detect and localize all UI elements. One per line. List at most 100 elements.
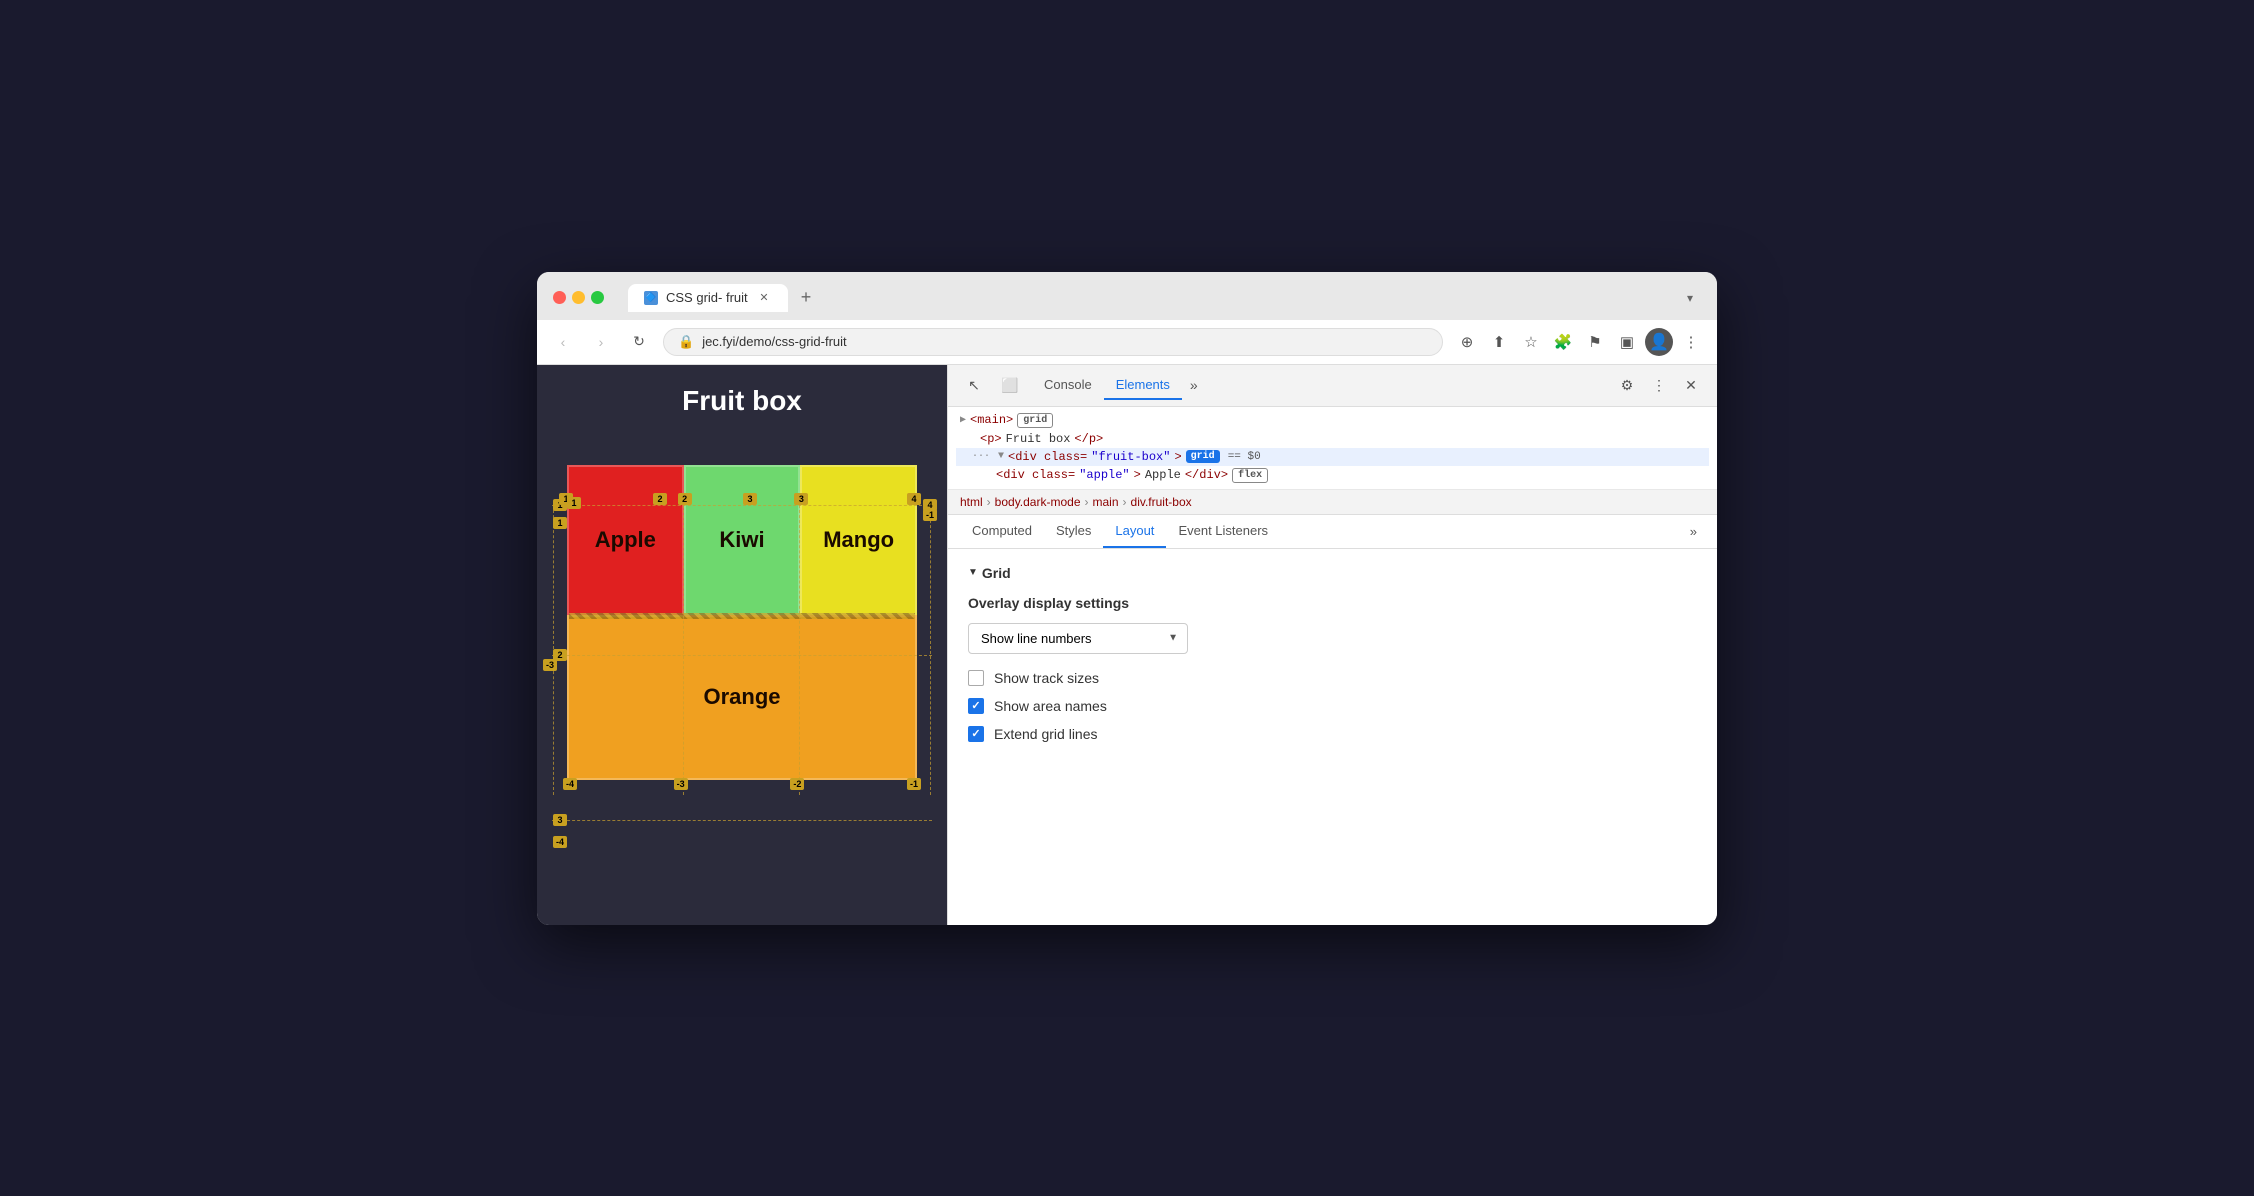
col-1-top: 1 xyxy=(567,497,581,509)
nav-actions: ⊕ ⬆ ☆ 🧩 ⚑ ▣ 👤 ⋮ xyxy=(1453,328,1705,356)
kiwi-label: Kiwi xyxy=(719,527,764,553)
tab-expand-button[interactable]: ▾ xyxy=(1679,287,1701,309)
more-options-button[interactable]: ⋮ xyxy=(1677,328,1705,356)
breadcrumb-body[interactable]: body.dark-mode xyxy=(995,495,1081,509)
line-numbers-dropdown[interactable]: Show line numbers Show track sizes Hide xyxy=(968,623,1188,654)
show-track-sizes-row: Show track sizes xyxy=(968,670,1697,686)
grid-line-h-top xyxy=(552,505,932,506)
browser-tab[interactable]: 🔷 CSS grid- fruit ✕ xyxy=(628,284,788,312)
extend-grid-lines-checkbox[interactable] xyxy=(968,726,984,742)
close-window-button[interactable] xyxy=(553,291,566,304)
flag-button[interactable]: ⚑ xyxy=(1581,328,1609,356)
row-num-neg4: -4 xyxy=(553,836,567,848)
breadcrumb: html › body.dark-mode › main › div.fruit… xyxy=(948,490,1717,515)
row1-left-badge: 1 xyxy=(553,517,567,529)
share-button[interactable]: ⬆ xyxy=(1485,328,1513,356)
row-num-neg3-badge: -3 xyxy=(543,659,557,671)
extend-grid-lines-label: Extend grid lines xyxy=(994,726,1098,742)
apple-label: Apple xyxy=(595,527,656,553)
dom-fruitbox-class: "fruit-box" xyxy=(1091,450,1170,464)
tabs-row: 🔷 CSS grid- fruit ✕ + ▾ xyxy=(628,284,1701,312)
dom-apple-class: "apple" xyxy=(1079,468,1129,482)
top-col4-badge: 4 xyxy=(907,493,921,505)
profile-button[interactable]: 👤 xyxy=(1645,328,1673,356)
extensions-button[interactable]: 🧩 xyxy=(1549,328,1577,356)
top-col3-badge: 3 xyxy=(794,493,808,505)
row-num-neg3: -3 xyxy=(543,659,557,671)
layout-tabs: Computed Styles Layout Event Listeners » xyxy=(948,515,1717,549)
show-area-names-row: Show area names xyxy=(968,698,1697,714)
dom-apple-flex-badge: flex xyxy=(1232,468,1268,483)
breadcrumb-html[interactable]: html xyxy=(960,495,983,509)
row-num-3: 3 xyxy=(553,814,567,826)
dom-dots-indicator: ··· xyxy=(972,451,990,462)
dom-row-p[interactable]: <p> Fruit box </p> xyxy=(956,430,1709,448)
dom-row-main[interactable]: ▶ <main> grid xyxy=(956,411,1709,430)
show-track-sizes-checkbox[interactable] xyxy=(968,670,984,686)
dom-row-fruit-box[interactable]: ··· ▼ <div class= "fruit-box" > grid == … xyxy=(956,448,1709,466)
webpage-inner: 1 2 3 -4 -3 1 xyxy=(537,465,947,790)
mango-label: Mango xyxy=(823,527,894,553)
tab-elements[interactable]: Elements xyxy=(1104,371,1182,400)
dom-row-apple[interactable]: <div class= "apple" > Apple </div> flex xyxy=(956,466,1709,485)
reload-button[interactable]: ↻ xyxy=(625,328,653,356)
minimize-window-button[interactable] xyxy=(572,291,585,304)
line-numbers-dropdown-wrapper: Show line numbers Show track sizes Hide xyxy=(968,623,1188,654)
breadcrumb-fruitbox[interactable]: div.fruit-box xyxy=(1131,495,1192,509)
address-bar[interactable]: 🔒 jec.fyi/demo/css-grid-fruit xyxy=(663,328,1443,356)
webpage-title: Fruit box xyxy=(537,365,947,425)
show-area-names-checkbox[interactable] xyxy=(968,698,984,714)
dom-fruitbox-close: > xyxy=(1174,450,1181,464)
dom-apple-open: <div class= xyxy=(996,468,1075,482)
lock-icon: 🔒 xyxy=(678,334,694,350)
orange-label: Orange xyxy=(703,684,780,710)
col-neg1-label: -1 xyxy=(923,509,937,521)
grid-line-v-4 xyxy=(930,505,931,795)
back-button[interactable]: ‹ xyxy=(549,328,577,356)
tab-event-listeners[interactable]: Event Listeners xyxy=(1166,515,1280,548)
row-num-3-badge: 3 xyxy=(553,814,567,826)
overlay-settings-title: Overlay display settings xyxy=(968,595,1697,611)
col-neg4-bot: -4 xyxy=(563,778,577,790)
kiwi-cell: Kiwi xyxy=(684,465,801,615)
url-text: jec.fyi/demo/css-grid-fruit xyxy=(702,334,846,349)
devtools-close-button[interactable]: ✕ xyxy=(1677,371,1705,399)
fruit-grid: Apple Kiwi Mango Orange xyxy=(567,465,917,780)
zoom-button[interactable]: ⊕ xyxy=(1453,328,1481,356)
col-neg2-bot: -2 xyxy=(790,778,804,790)
maximize-window-button[interactable] xyxy=(591,291,604,304)
traffic-lights xyxy=(553,291,604,304)
breadcrumb-main[interactable]: main xyxy=(1093,495,1119,509)
tab-close-button[interactable]: ✕ xyxy=(756,290,772,306)
tab-computed[interactable]: Computed xyxy=(960,515,1044,548)
tab-layout[interactable]: Layout xyxy=(1103,515,1166,548)
tab-styles[interactable]: Styles xyxy=(1044,515,1103,548)
bookmark-button[interactable]: ☆ xyxy=(1517,328,1545,356)
dom-p-tag: <p> xyxy=(980,432,1002,446)
col-num-2-top: 2 xyxy=(653,493,667,505)
dom-p-text: Fruit box xyxy=(1006,432,1071,446)
new-tab-button[interactable]: + xyxy=(792,284,820,312)
col-3-top: 3 xyxy=(794,493,808,505)
dom-apple-text: Apple xyxy=(1145,468,1181,482)
tab-console[interactable]: Console xyxy=(1032,371,1104,400)
inspect-element-button[interactable]: ↖ xyxy=(960,371,988,399)
grid-section-header: ▼ Grid xyxy=(968,565,1697,581)
mango-cell: Mango xyxy=(800,465,917,615)
grid-line-h-bot xyxy=(552,820,932,821)
top-row-badges: 1 xyxy=(567,493,583,511)
devtools-more-button[interactable]: ⋮ xyxy=(1645,371,1673,399)
devtools-settings-button[interactable]: ⚙ xyxy=(1613,371,1641,399)
breadcrumb-sep-3: › xyxy=(1123,495,1127,509)
col-neg1-bot: -1 xyxy=(907,778,921,790)
apple-cell: Apple xyxy=(567,465,684,615)
tab-favicon: 🔷 xyxy=(644,291,658,305)
layout-tab-more[interactable]: » xyxy=(1682,520,1705,543)
show-track-sizes-label: Show track sizes xyxy=(994,670,1099,686)
grid-settings-panel: ▼ Grid Overlay display settings Show lin… xyxy=(948,549,1717,925)
devtools-more-tabs[interactable]: » xyxy=(1182,373,1206,397)
device-toggle-button[interactable]: ⬜ xyxy=(996,371,1024,399)
sidebar-button[interactable]: ▣ xyxy=(1613,328,1641,356)
breadcrumb-sep-2: › xyxy=(1085,495,1089,509)
forward-button[interactable]: › xyxy=(587,328,615,356)
